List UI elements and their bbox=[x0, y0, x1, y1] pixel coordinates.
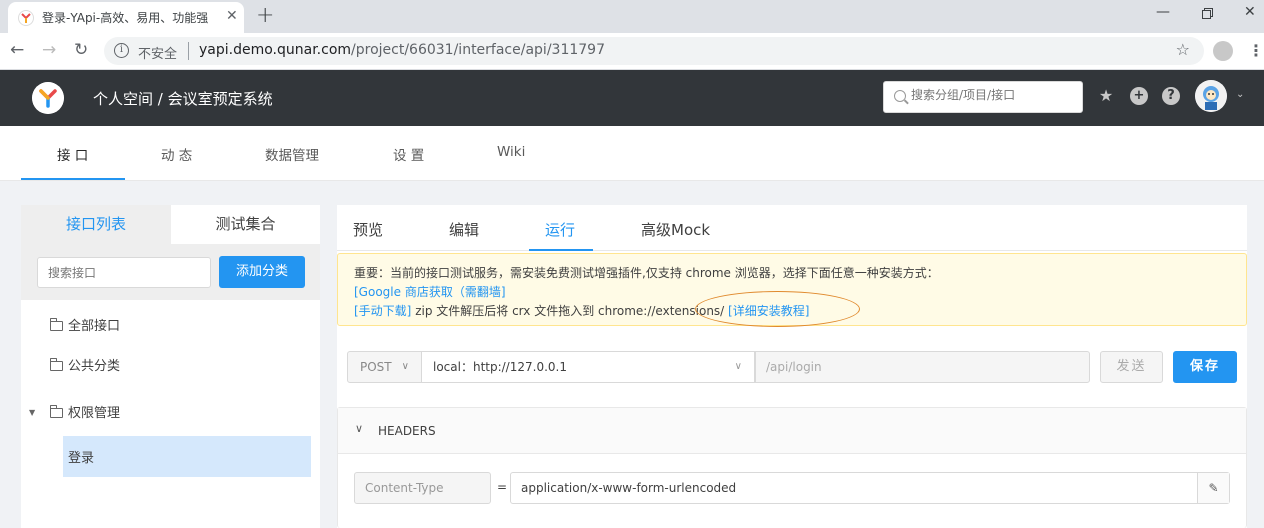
new-tab-icon[interactable]: + bbox=[256, 3, 274, 28]
add-category-button[interactable]: 添加分类 bbox=[219, 256, 305, 288]
tab-settings[interactable]: 设 置 bbox=[393, 144, 424, 164]
avatar[interactable] bbox=[1195, 80, 1227, 112]
tree-item-public[interactable]: 公共分类 bbox=[50, 355, 120, 374]
sidebar-toolbar: 添加分类 bbox=[21, 244, 320, 300]
notice-instruction: zip 文件解压后将 crx 文件拖入到 chrome://extensions… bbox=[411, 304, 729, 318]
tab-interface-list[interactable]: 接口列表 bbox=[21, 205, 171, 244]
global-search-input[interactable] bbox=[911, 88, 1076, 102]
chevron-down-icon: ∨ bbox=[355, 422, 364, 435]
interface-sidebar: 接口列表 测试集合 添加分类 全部接口 公共分类 ▼ 权限管理 登录 bbox=[21, 205, 320, 528]
headers-panel-header[interactable]: ∨ HEADERS bbox=[338, 408, 1246, 454]
tab-test-collection[interactable]: 测试集合 bbox=[171, 205, 320, 244]
path-field: /api/login bbox=[755, 351, 1090, 383]
browser-tabbar: 登录-YApi-高效、易用、功能强 ✕ + — ✕ bbox=[0, 0, 1264, 33]
manual-download-link[interactable]: [手动下载] bbox=[354, 304, 411, 318]
omnibox-divider bbox=[188, 42, 189, 60]
send-button[interactable]: 发送 bbox=[1100, 351, 1163, 383]
edit-icon[interactable]: ✎ bbox=[1197, 473, 1229, 503]
restore-icon[interactable] bbox=[1202, 8, 1213, 19]
equals-sign: = bbox=[497, 480, 508, 494]
global-search[interactable] bbox=[883, 81, 1083, 113]
interface-detail: 预览 编辑 运行 高级Mock 重要：当前的接口测试服务，需安装免费测试增强插件… bbox=[337, 205, 1247, 528]
tab-data-management[interactable]: 数据管理 bbox=[265, 144, 319, 164]
folder-open-icon bbox=[50, 405, 63, 418]
forward-icon[interactable]: → bbox=[42, 40, 56, 60]
header-key-field: Content-Type bbox=[354, 472, 491, 504]
folder-icon bbox=[50, 318, 63, 331]
sidebar-tabs: 接口列表 测试集合 bbox=[21, 205, 320, 244]
notice-text: 重要：当前的接口测试服务，需安装免费测试增强插件,仅支持 chrome 浏览器，… bbox=[354, 266, 939, 280]
window-close-icon[interactable]: ✕ bbox=[1244, 4, 1256, 20]
bookmark-star-icon[interactable]: ☆ bbox=[1176, 40, 1190, 59]
method-select[interactable]: POST ∨ bbox=[347, 351, 422, 383]
browser-menu-icon[interactable]: ⋮ bbox=[1248, 41, 1264, 60]
tree-item-permission[interactable]: 权限管理 bbox=[50, 402, 120, 421]
chevron-down-icon: ∨ bbox=[401, 361, 409, 372]
tab-wiki[interactable]: Wiki bbox=[497, 144, 525, 160]
info-icon[interactable]: i bbox=[114, 43, 129, 58]
yapi-logo-icon[interactable] bbox=[32, 82, 64, 114]
highlight-annotation bbox=[695, 291, 860, 327]
interface-search-input[interactable] bbox=[37, 257, 211, 288]
headers-panel: ∨ HEADERS Content-Type = application/x-w… bbox=[337, 407, 1247, 528]
add-icon[interactable]: + bbox=[1130, 87, 1148, 105]
detail-tabs: 预览 编辑 运行 高级Mock bbox=[337, 205, 1247, 251]
tab-interfaces[interactable]: 接 口 bbox=[57, 144, 88, 164]
tree-item-all[interactable]: 全部接口 bbox=[50, 315, 120, 334]
breadcrumb[interactable]: 个人空间 / 会议室预定系统 bbox=[93, 88, 273, 109]
star-icon[interactable]: ★ bbox=[1097, 87, 1115, 105]
url-text: yapi.demo.qunar.com/project/66031/interf… bbox=[199, 42, 605, 58]
request-bar: POST ∨ local：http://127.0.0.1 ∨ /api/login… bbox=[347, 351, 1247, 383]
folder-icon bbox=[50, 358, 63, 371]
profile-icon[interactable] bbox=[1213, 41, 1233, 61]
host-select[interactable]: local：http://127.0.0.1 ∨ bbox=[421, 351, 755, 383]
caret-down-icon[interactable]: ▼ bbox=[29, 408, 35, 417]
address-bar: ← → ↻ i 不安全 yapi.demo.qunar.com/project/… bbox=[0, 33, 1264, 70]
active-tab-indicator bbox=[529, 249, 593, 251]
headers-title: HEADERS bbox=[378, 424, 436, 438]
url-field[interactable]: i 不安全 yapi.demo.qunar.com/project/66031/… bbox=[104, 37, 1204, 65]
avatar-icon bbox=[1195, 80, 1227, 112]
tab-preview[interactable]: 预览 bbox=[353, 219, 383, 240]
help-icon[interactable]: ? bbox=[1162, 87, 1180, 105]
app-header: 个人空间 / 会议室预定系统 ★ + ? ⌄ bbox=[0, 70, 1264, 126]
search-icon bbox=[894, 90, 906, 102]
chevron-down-icon: ∨ bbox=[734, 361, 742, 372]
plugin-notice: 重要：当前的接口测试服务，需安装免费测试增强插件,仅支持 chrome 浏览器，… bbox=[337, 253, 1247, 327]
tab-advanced-mock[interactable]: 高级Mock bbox=[641, 219, 710, 240]
tab-activity[interactable]: 动 态 bbox=[161, 144, 192, 164]
reload-icon[interactable]: ↻ bbox=[74, 40, 88, 60]
minimize-icon[interactable]: — bbox=[1156, 4, 1170, 20]
google-store-link[interactable]: [Google 商店获取（需翻墙] bbox=[354, 285, 506, 299]
project-subnav: 接 口 动 态 数据管理 设 置 Wiki bbox=[0, 126, 1264, 181]
back-icon[interactable]: ← bbox=[10, 40, 24, 60]
browser-tab-title: 登录-YApi-高效、易用、功能强 bbox=[42, 11, 209, 25]
chevron-down-icon[interactable]: ⌄ bbox=[1236, 89, 1244, 100]
header-value-field[interactable]: application/x-www-form-urlencoded ✎ bbox=[510, 472, 1230, 504]
tab-run[interactable]: 运行 bbox=[545, 219, 575, 240]
insecure-label: 不安全 bbox=[138, 47, 178, 62]
tab-close-icon[interactable]: ✕ bbox=[226, 8, 238, 24]
browser-tab[interactable]: 登录-YApi-高效、易用、功能强 ✕ bbox=[8, 2, 244, 33]
active-tab-indicator bbox=[21, 178, 125, 180]
tab-edit[interactable]: 编辑 bbox=[449, 219, 479, 240]
tree-leaf-login[interactable]: 登录 bbox=[63, 436, 311, 477]
yapi-favicon-icon bbox=[18, 10, 34, 26]
save-button[interactable]: 保存 bbox=[1173, 351, 1237, 383]
